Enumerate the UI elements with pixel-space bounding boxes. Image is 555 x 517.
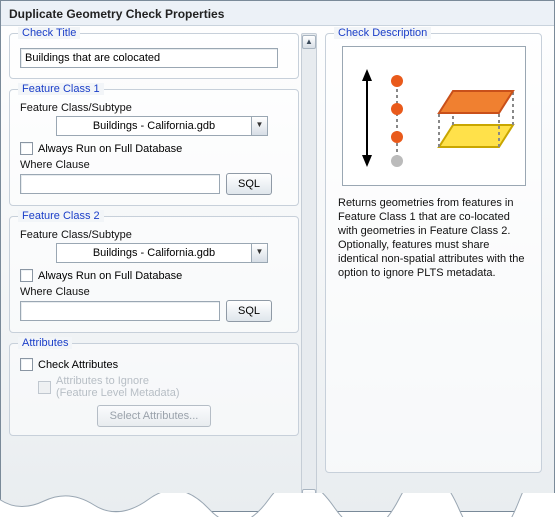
dialog-body: Check Title Feature Class 1 Feature Clas… — [1, 27, 554, 511]
chevron-down-icon[interactable]: ▼ — [252, 116, 268, 136]
vertical-scrollbar-well: ▲ ▼ — [301, 27, 317, 511]
group-feature-class-2: Feature Class 2 Feature Class/Subtype Bu… — [9, 216, 299, 333]
check-attributes-checkbox[interactable] — [20, 358, 33, 371]
fc1-where-label: Where Clause — [20, 159, 290, 171]
description-illustration — [342, 46, 526, 186]
fc2-subtype-label: Feature Class/Subtype — [20, 229, 290, 241]
fc2-subtype-value: Buildings - California.gdb — [56, 243, 252, 263]
fc2-where-input[interactable] — [20, 301, 220, 321]
fc1-sql-button[interactable]: SQL — [226, 173, 272, 195]
right-panel: Check Description — [317, 27, 554, 511]
fc1-where-input[interactable] — [20, 174, 220, 194]
vertical-scrollbar[interactable]: ▲ ▼ — [301, 33, 317, 505]
attributes-ignore-checkbox — [38, 381, 51, 394]
fc2-always-full-checkbox[interactable] — [20, 269, 33, 282]
fc2-always-full-label: Always Run on Full Database — [38, 270, 182, 282]
scroll-down-icon[interactable]: ▼ — [302, 489, 316, 503]
fc1-subtype-value: Buildings - California.gdb — [56, 116, 252, 136]
fc2-sql-button[interactable]: SQL — [226, 300, 272, 322]
group-attributes: Attributes Check Attributes Attributes t… — [9, 343, 299, 436]
fc1-subtype-label: Feature Class/Subtype — [20, 102, 290, 114]
scroll-up-icon[interactable]: ▲ — [302, 35, 316, 49]
fc1-subtype-combo[interactable]: Buildings - California.gdb ▼ — [56, 116, 268, 136]
fc2-where-label: Where Clause — [20, 286, 290, 298]
check-attributes-label: Check Attributes — [38, 359, 118, 371]
attributes-ignore-label: Attributes to Ignore (Feature Level Meta… — [56, 375, 180, 399]
legend-fc1: Feature Class 1 — [18, 83, 104, 95]
fc2-subtype-combo[interactable]: Buildings - California.gdb ▼ — [56, 243, 268, 263]
select-attributes-button: Select Attributes... — [97, 405, 212, 427]
chevron-down-icon[interactable]: ▼ — [252, 243, 268, 263]
group-check-description: Check Description — [325, 33, 542, 473]
fc1-always-full-label: Always Run on Full Database — [38, 143, 182, 155]
dialog-title: Duplicate Geometry Check Properties — [1, 1, 554, 26]
group-feature-class-1: Feature Class 1 Feature Class/Subtype Bu… — [9, 89, 299, 206]
description-text: Returns geometries from features in Feat… — [336, 196, 531, 280]
group-check-title: Check Title — [9, 33, 299, 79]
legend-check-title: Check Title — [18, 27, 80, 39]
dialog-window: Duplicate Geometry Check Properties Chec… — [0, 0, 555, 512]
legend-check-description: Check Description — [334, 27, 431, 39]
fc1-always-full-checkbox[interactable] — [20, 142, 33, 155]
check-title-input[interactable] — [20, 48, 278, 68]
legend-attributes: Attributes — [18, 337, 72, 349]
legend-fc2: Feature Class 2 — [18, 210, 104, 222]
left-panel: Check Title Feature Class 1 Feature Clas… — [1, 27, 301, 511]
